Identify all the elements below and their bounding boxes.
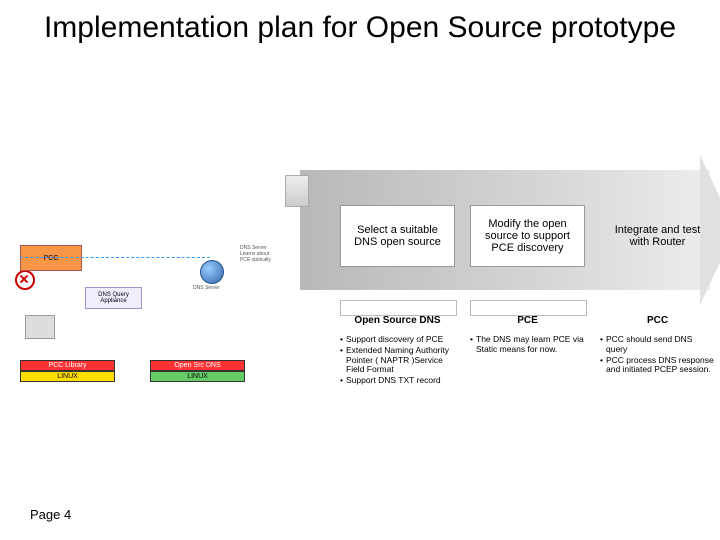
phase-heading: Integrate and test with Router xyxy=(604,224,711,248)
phase-box-2: Modify the open source to support PCE di… xyxy=(470,205,585,267)
phase-bullets-3: •PCC should send DNS query •PCC process … xyxy=(600,335,715,376)
stack-pcc: PCC Library LINUX xyxy=(20,360,115,382)
stack-dns: Open Src DNS LINUX xyxy=(150,360,245,382)
dns-query-label: DNS Query Appliance xyxy=(86,292,141,304)
phase-label-box xyxy=(340,300,457,316)
pcc-node: PCC xyxy=(20,245,82,271)
pce-note: DNS Server Learns about PCE statically xyxy=(240,245,280,263)
phase-heading: Modify the open source to support PCE di… xyxy=(475,218,580,254)
router-icon xyxy=(15,270,35,290)
bullet: PCC should send DNS query xyxy=(606,335,715,355)
phase-box-3: Integrate and test with Router xyxy=(600,205,715,267)
phase-box-1: Select a suitable DNS open source xyxy=(340,205,455,267)
server-icon xyxy=(285,175,309,207)
dns-server-label: DNS Server xyxy=(193,285,220,291)
stack-layer: LINUX xyxy=(20,371,115,382)
bullet: PCC process DNS response and initiated P… xyxy=(606,356,715,376)
stack-layer: LINUX xyxy=(150,371,245,382)
globe-icon xyxy=(200,260,224,284)
phase-label-2: PCE xyxy=(470,315,585,326)
slide-title: Implementation plan for Open Source prot… xyxy=(0,10,720,46)
phase-label-box xyxy=(470,300,587,316)
stack-layer: Open Src DNS xyxy=(150,360,245,371)
phase-label-3: PCC xyxy=(600,315,715,326)
dns-query-box: DNS Query Appliance xyxy=(85,287,142,309)
bullet: Extended Naming Authority Pointer ( NAPT… xyxy=(346,346,455,375)
stack-layer: PCC Library xyxy=(20,360,115,371)
phase-heading: Select a suitable DNS open source xyxy=(345,224,450,248)
phase-bullets-1: •Support discovery of PCE •Extended Nami… xyxy=(340,335,455,387)
bullet: Support discovery of PCE xyxy=(346,335,443,345)
bullet: Support DNS TXT record xyxy=(346,376,441,386)
phase-label-1: Open Source DNS xyxy=(340,315,455,326)
dns-path-line xyxy=(20,257,210,258)
architecture-diagram: PCC DNS Query Appliance DNS Server DNS S… xyxy=(15,175,305,425)
bullet: The DNS may learn PCE via Static means f… xyxy=(476,335,585,355)
slide: Implementation plan for Open Source prot… xyxy=(0,0,720,540)
phase-bullets-2: •The DNS may learn PCE via Static means … xyxy=(470,335,585,356)
page-number: Page 4 xyxy=(30,507,71,522)
monitor-icon xyxy=(25,315,55,339)
pcc-label: PCC xyxy=(44,255,59,262)
